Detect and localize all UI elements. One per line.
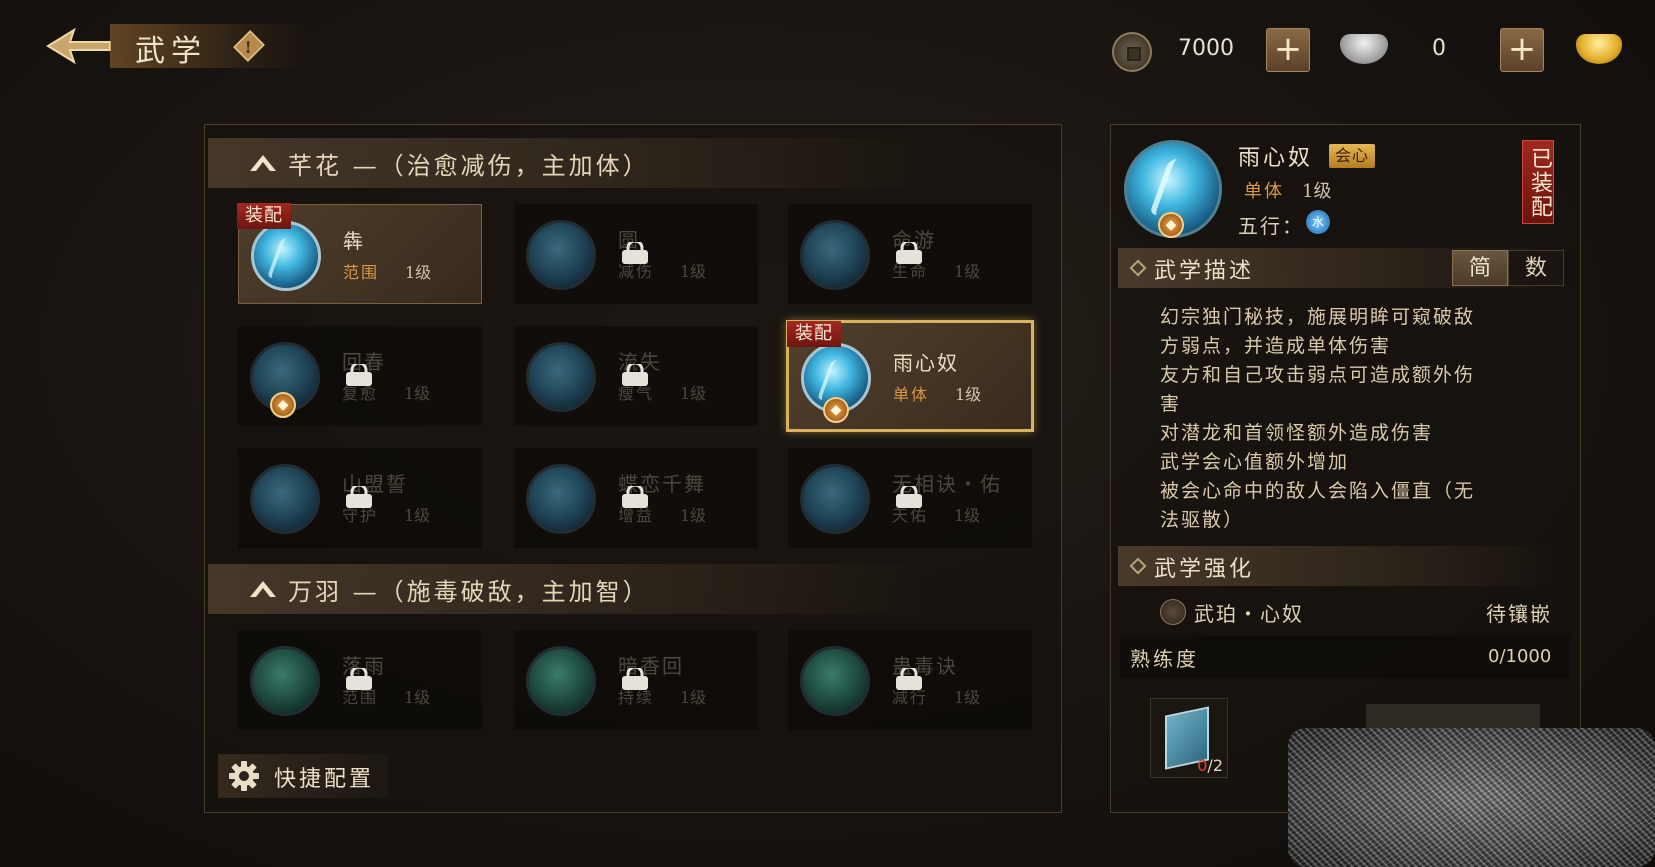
crit-badge: 会心 (1329, 144, 1376, 168)
lock-icon (896, 242, 922, 264)
skill-level: 1级 (680, 688, 707, 707)
silver-value: 0 (1432, 36, 1446, 61)
lock-icon (622, 364, 648, 386)
enhance-item-status[interactable]: 待镶嵌 (1486, 598, 1552, 627)
skill-card[interactable]: 命游 生命 1级 (788, 204, 1032, 304)
skill-level: 1级 (680, 506, 707, 525)
lock-icon (896, 486, 922, 508)
add-silver-button[interactable]: + (1500, 28, 1544, 72)
copper-coin-icon (1112, 32, 1152, 72)
fire-element-icon: ◆ (823, 397, 849, 423)
skill-level: 1级 (404, 384, 431, 403)
lock-icon (622, 486, 648, 508)
skill-icon (526, 220, 596, 290)
lock-icon (346, 668, 372, 690)
wuxing-label: 五行： (1238, 214, 1304, 238)
skill-icon (526, 646, 596, 716)
detail-skill-type: 单体 (1244, 181, 1284, 202)
skill-icon (800, 646, 870, 716)
description-line: 幻宗独门秘技，施展明眸可窥破敌 (1160, 306, 1476, 328)
gold-ingot-icon (1576, 34, 1622, 64)
skill-card[interactable]: 落雨 范围 1级 (238, 630, 482, 730)
skill-card[interactable]: 无相诀・佑 天佑 1级 (788, 448, 1032, 548)
lock-icon (346, 486, 372, 508)
skill-card-selected[interactable]: ◆ 装配 雨心奴 单体 1级 (786, 320, 1034, 432)
fire-element-icon: ◆ (1158, 212, 1184, 238)
lock-icon (622, 668, 648, 690)
skill-icon (251, 221, 321, 291)
description-title: 武学描述 (1154, 259, 1255, 284)
skill-icon (800, 464, 870, 534)
skill-type: 单体 (893, 385, 930, 404)
water-element-icon: 水 (1306, 210, 1330, 234)
page-title: 武学 (135, 34, 207, 69)
skill-icon (800, 220, 870, 290)
quick-config-button[interactable]: 快捷配置 (218, 754, 388, 798)
skill-level: 1级 (954, 688, 981, 707)
skill-icon (526, 342, 596, 412)
description-line: 害 (1160, 393, 1182, 415)
skill-name: 雨心奴 (893, 351, 959, 375)
equipped-tag: 装配 (787, 321, 841, 347)
skill-icon (250, 464, 320, 534)
skill-card[interactable]: 山盟誓 守护 1级 (238, 448, 482, 548)
tab-number[interactable]: 数 (1508, 250, 1564, 286)
detail-skill-name: 雨心奴 (1238, 146, 1314, 171)
equipped-stamp: 已装配 (1522, 140, 1554, 224)
skill-type: 范围 (343, 263, 380, 282)
fire-element-icon: ◆ (270, 392, 296, 418)
watermark-overlay (1288, 728, 1655, 867)
proficiency-label: 熟练度 (1130, 647, 1199, 671)
back-button[interactable] (44, 26, 114, 66)
lock-icon (346, 364, 372, 386)
skill-card[interactable]: 蛊毒诀 减行 1级 (788, 630, 1032, 730)
skill-level: 1级 (680, 384, 707, 403)
skill-level: 1级 (955, 385, 982, 404)
section-title-wanyu: 万羽 —（施毒破敌，主加智） (288, 578, 650, 606)
skill-card[interactable]: 流失 瘦气 1级 (514, 326, 758, 426)
back-arrow-icon (46, 27, 111, 65)
section-title-qianhua: 芊花 —（治愈减伤，主加体） (288, 152, 650, 180)
description-line: 对潜龙和首领怪额外造成伤害 (1160, 422, 1434, 444)
skill-icon (526, 464, 596, 534)
copper-value: 7000 (1178, 36, 1234, 61)
skill-level: 1级 (954, 506, 981, 525)
detail-skill-level: 1级 (1302, 181, 1332, 202)
enhance-title: 武学强化 (1154, 557, 1255, 582)
tab-simple[interactable]: 简 (1452, 250, 1508, 286)
description-line: 法驱散） (1160, 509, 1245, 531)
skill-card[interactable]: 圆 减伤 1级 (514, 204, 758, 304)
silver-ingot-icon (1340, 34, 1388, 64)
skill-level: 1级 (954, 262, 981, 281)
add-copper-button[interactable]: + (1266, 28, 1310, 72)
skill-level: 1级 (405, 263, 432, 282)
skill-card[interactable]: 装配 犇 范围 1级 (237, 203, 482, 304)
description-line: 方弱点，并造成单体伤害 (1160, 335, 1392, 357)
enhance-item-name: 武珀・心奴 (1194, 602, 1304, 626)
description-line: 友方和自己攻击弱点可造成额外伤 (1160, 364, 1476, 386)
skill-name: 犇 (343, 229, 365, 253)
quick-config-label: 快捷配置 (274, 767, 375, 792)
equipped-tag: 装配 (237, 203, 291, 229)
skill-card[interactable]: 蝶恋千舞 增益 1级 (514, 448, 758, 548)
amber-gem-icon (1160, 599, 1186, 625)
chevron-up-icon (250, 155, 276, 171)
lock-icon (896, 668, 922, 690)
description-line: 武学会心值额外增加 (1160, 451, 1350, 473)
skill-level: 1级 (680, 262, 707, 281)
lock-icon (622, 242, 648, 264)
book-count: 0/2 (1197, 756, 1223, 775)
proficiency-value: 0/1000 (1488, 646, 1552, 667)
skill-card[interactable]: ◆ 回春 复愈 1级 (238, 326, 482, 426)
skill-level: 1级 (404, 688, 431, 707)
skill-level: 1级 (404, 506, 431, 525)
description-line: 被会心命中的敌人会陷入僵直（无 (1160, 480, 1476, 502)
skill-book-slot[interactable]: 0/2 (1150, 698, 1228, 778)
skill-icon (250, 646, 320, 716)
skill-card[interactable]: 暗香回 持续 1级 (514, 630, 758, 730)
gear-icon (229, 761, 259, 791)
chevron-up-icon (250, 581, 276, 597)
